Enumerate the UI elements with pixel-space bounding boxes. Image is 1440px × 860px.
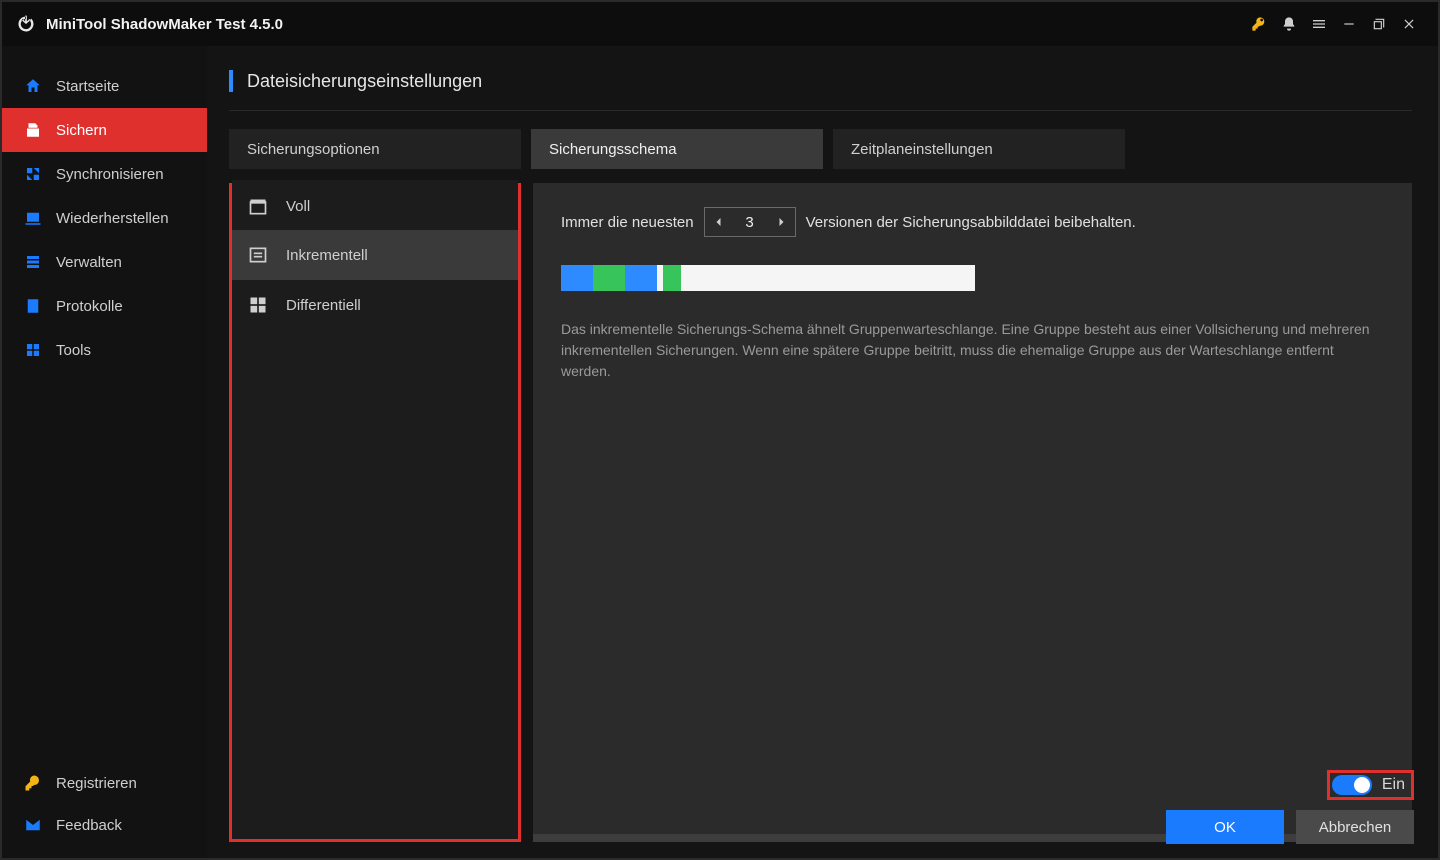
- titlebar: MiniTool ShadowMaker Test 4.5.0: [2, 2, 1438, 46]
- keep-versions-row: Immer die neuesten 3 Versionen der Siche…: [561, 207, 1384, 237]
- scheme-detail-pane: Immer die neuesten 3 Versionen der Siche…: [533, 183, 1412, 842]
- mail-icon: [24, 816, 42, 834]
- tab-schedule-settings[interactable]: Zeitplaneinstellungen: [833, 129, 1125, 169]
- sidebar-item-label: Protokolle: [56, 298, 123, 315]
- license-key-icon[interactable]: [1244, 9, 1274, 39]
- footer-controls: Ein OK Abbrechen: [1166, 770, 1414, 844]
- sidebar-item-label: Tools: [56, 342, 91, 359]
- logs-icon: [24, 297, 42, 315]
- sidebar-item-label: Registrieren: [56, 775, 137, 792]
- sidebar-item-register[interactable]: Registrieren: [2, 762, 207, 804]
- app-title: MiniTool ShadowMaker Test 4.5.0: [46, 16, 283, 33]
- stepper-increase[interactable]: [767, 208, 795, 236]
- sidebar-item-label: Synchronisieren: [56, 166, 164, 183]
- app-logo-icon: [16, 14, 36, 34]
- stepper-value: 3: [733, 214, 767, 231]
- scheme-enable-toggle[interactable]: [1332, 775, 1372, 795]
- key-icon: [24, 774, 42, 792]
- sidebar-item-manage[interactable]: Verwalten: [2, 240, 207, 284]
- viz-full-segment: [561, 265, 593, 291]
- sidebar-item-feedback[interactable]: Feedback: [2, 804, 207, 846]
- scheme-list: Voll Inkrementell Differentiell: [229, 183, 521, 842]
- divider: [229, 110, 1412, 111]
- toggle-knob: [1354, 777, 1370, 793]
- differential-backup-icon: [248, 295, 268, 315]
- scheme-item-full[interactable]: Voll: [232, 180, 518, 230]
- scheme-item-label: Voll: [286, 198, 310, 215]
- close-icon[interactable]: [1394, 9, 1424, 39]
- tab-backup-options[interactable]: Sicherungsoptionen: [229, 129, 521, 169]
- sidebar-item-label: Verwalten: [56, 254, 122, 271]
- scheme-item-differential[interactable]: Differentiell: [232, 280, 518, 330]
- menu-icon[interactable]: [1304, 9, 1334, 39]
- scheme-description: Das inkrementelle Sicherungs-Schema ähne…: [561, 319, 1381, 382]
- scheme-visualization: [561, 265, 975, 291]
- restore-icon: [24, 209, 42, 227]
- backup-icon: [24, 121, 42, 139]
- keep-suffix-text: Versionen der Sicherungsabbilddatei beib…: [806, 214, 1136, 231]
- viz-incremental-segment: [663, 265, 681, 291]
- manage-icon: [24, 253, 42, 271]
- viz-full-segment: [625, 265, 657, 291]
- tab-backup-scheme[interactable]: Sicherungsschema: [531, 129, 823, 169]
- sidebar-item-tools[interactable]: Tools: [2, 328, 207, 372]
- home-icon: [24, 77, 42, 95]
- stepper-decrease[interactable]: [705, 208, 733, 236]
- scheme-item-label: Differentiell: [286, 297, 361, 314]
- scheme-item-label: Inkrementell: [286, 247, 368, 264]
- content-area: Dateisicherungseinstellungen Sicherungso…: [207, 46, 1438, 858]
- sync-icon: [24, 165, 42, 183]
- sidebar-item-logs[interactable]: Protokolle: [2, 284, 207, 328]
- sidebar-item-label: Feedback: [56, 817, 122, 834]
- sidebar-item-sync[interactable]: Synchronisieren: [2, 152, 207, 196]
- scheme-item-incremental[interactable]: Inkrementell: [232, 230, 518, 280]
- cancel-button[interactable]: Abbrechen: [1296, 810, 1414, 844]
- sidebar: Startseite Sichern Synchronisieren Wiede…: [2, 46, 207, 858]
- sidebar-item-label: Wiederherstellen: [56, 210, 169, 227]
- page-header: Dateisicherungseinstellungen: [229, 70, 1412, 92]
- toggle-label: Ein: [1382, 776, 1405, 794]
- maximize-icon[interactable]: [1364, 9, 1394, 39]
- sidebar-item-label: Sichern: [56, 122, 107, 139]
- full-backup-icon: [248, 197, 268, 217]
- viz-incremental-segment: [609, 265, 625, 291]
- minimize-icon[interactable]: [1334, 9, 1364, 39]
- keep-prefix-text: Immer die neuesten: [561, 214, 694, 231]
- tools-icon: [24, 341, 42, 359]
- scheme-enable-toggle-wrap: Ein: [1327, 770, 1414, 800]
- settings-tabs: Sicherungsoptionen Sicherungsschema Zeit…: [229, 129, 1412, 169]
- incremental-backup-icon: [248, 245, 268, 265]
- sidebar-item-backup[interactable]: Sichern: [2, 108, 207, 152]
- sidebar-item-home[interactable]: Startseite: [2, 64, 207, 108]
- viz-incremental-segment: [593, 265, 609, 291]
- ok-button[interactable]: OK: [1166, 810, 1284, 844]
- header-accent-bar: [229, 70, 233, 92]
- page-title: Dateisicherungseinstellungen: [247, 71, 482, 92]
- viz-remaining: [681, 265, 975, 291]
- notifications-icon[interactable]: [1274, 9, 1304, 39]
- sidebar-item-label: Startseite: [56, 78, 119, 95]
- sidebar-item-restore[interactable]: Wiederherstellen: [2, 196, 207, 240]
- version-count-stepper[interactable]: 3: [704, 207, 796, 237]
